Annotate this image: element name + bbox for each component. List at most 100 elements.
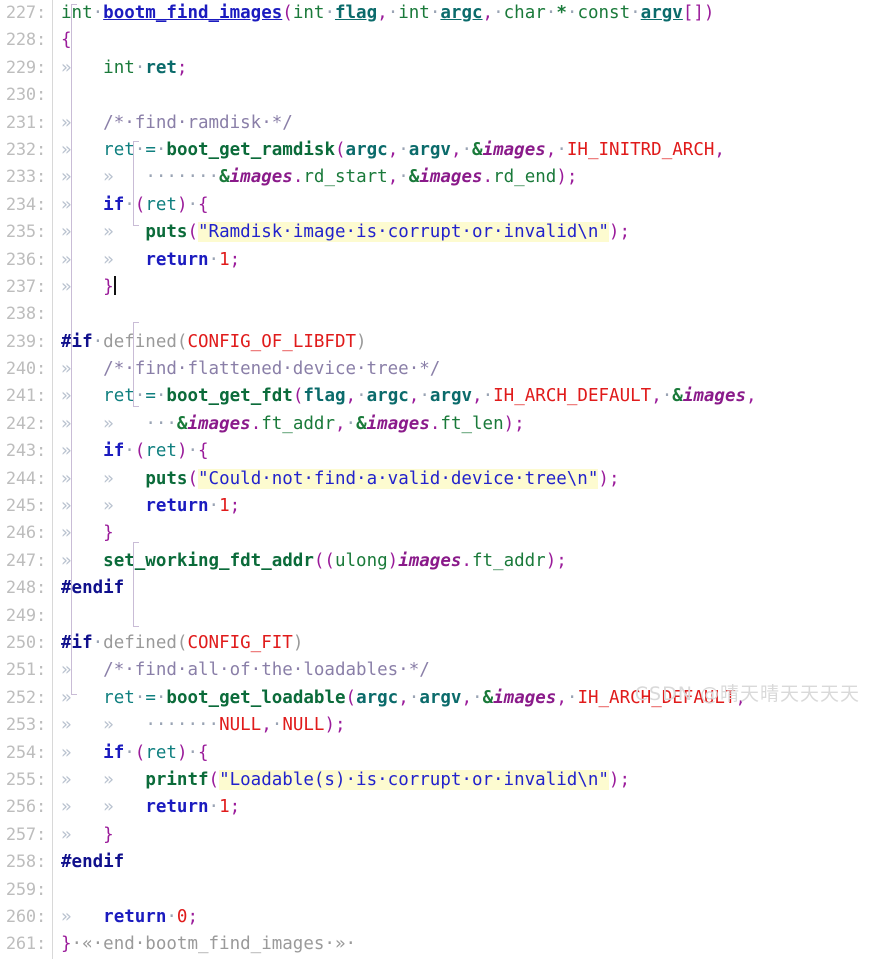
code-token: argv [429, 386, 473, 407]
code-line[interactable]: 249: [0, 602, 874, 630]
code-line-content[interactable]: » if·(ret)·{ [53, 438, 874, 465]
code-token: ; [556, 550, 567, 571]
line-number: 243: [5, 441, 46, 462]
code-line-content[interactable]: » return·0; [53, 904, 874, 931]
code-line-content[interactable]: » /*·find·flattened·device·tree·*/ [53, 356, 874, 383]
indent-guide-cap-bottom [71, 694, 77, 695]
code-line[interactable]: 260: » return·0; [0, 903, 874, 932]
code-token: /*·find·ramdisk·*/ [103, 112, 293, 133]
code-line-content[interactable]: { [53, 27, 874, 54]
code-line[interactable]: 256: » » return·1; [0, 794, 874, 822]
code-line[interactable]: 228: { [0, 27, 874, 55]
code-token: · [155, 386, 167, 407]
code-line[interactable]: 233:» » ·······&images.rd_start,·&images… [0, 164, 874, 192]
code-line-content[interactable]: » » return·1; [53, 493, 874, 520]
code-line[interactable]: 235: » » puts("Ramdisk·image·is·corrupt·o… [0, 219, 874, 247]
code-line-content[interactable]: #if·defined(CONFIG_OF_LIBFDT) [53, 329, 874, 356]
code-line[interactable]: 227: int·bootm_find_images(int·flag,·int·… [0, 0, 874, 28]
code-token: , [335, 413, 346, 434]
code-line[interactable]: 238: [0, 301, 874, 329]
code-line-content[interactable]: » } [53, 822, 874, 849]
code-token: · [271, 715, 283, 736]
code-token: return [103, 906, 167, 927]
code-token: ) [176, 742, 188, 763]
code-token: , [345, 386, 357, 407]
code-line-content[interactable]: » ret·=·boot_get_fdt(flag,·argc,·argv,·I… [53, 383, 874, 410]
code-line[interactable]: 232:» ret·=·boot_get_ramdisk(argc,·argv,… [0, 136, 874, 165]
code-line-content[interactable]: }·«·end·bootm_find_images·»· [53, 931, 874, 958]
code-line[interactable]: 248: #endif [0, 575, 874, 603]
code-line[interactable]: 240: » /*·find·flattened·device·tree·*/ [0, 356, 874, 384]
code-token: » [61, 906, 72, 927]
code-token: ; [608, 468, 620, 489]
code-line-content[interactable]: » /*·find·ramdisk·*/ [53, 110, 874, 137]
code-line[interactable]: 242:» » ···&images.ft_addr,·&images.ft_l… [0, 410, 874, 439]
code-token: · [556, 139, 567, 160]
code-line-content[interactable]: » set_working_fdt_addr((ulong)images.ft_… [53, 548, 874, 575]
code-line-content[interactable]: » » printf("Loadable(s)·is·corrupt·or·in… [53, 767, 874, 794]
line-number: 254: [5, 742, 46, 763]
code-line-content[interactable]: » » puts("Could·not·find·a·valid·device·… [53, 466, 874, 493]
code-line[interactable]: 243: » if·(ret)·{ [0, 438, 874, 466]
code-line[interactable]: 255: » » printf("Loadable(s)·is·corrupt·o… [0, 766, 874, 795]
code-token: ft_len [440, 413, 504, 434]
code-line[interactable]: 244: » » puts("Could·not·find·a·valid·dev… [0, 465, 874, 494]
code-token: » [103, 797, 114, 818]
code-token: » [61, 441, 72, 462]
code-line[interactable]: 229: » int·ret; [0, 54, 874, 83]
code-line-content[interactable]: » if·(ret)·{ [53, 192, 874, 219]
code-token: · [345, 413, 357, 434]
code-line-content[interactable]: #endif [53, 849, 874, 876]
code-editor[interactable]: 227: int·bootm_find_images(int·flag,·int·… [0, 0, 874, 959]
code-token: · [187, 742, 199, 763]
line-number: 241: [5, 386, 46, 407]
code-token: if [103, 441, 125, 462]
code-line[interactable]: 250: #if·defined(CONFIG_FIT) [0, 629, 874, 658]
code-line[interactable]: 231: » /*·find·ramdisk·*/ [0, 109, 874, 137]
code-line[interactable]: 253:» » ·······NULL,·NULL); [0, 712, 874, 740]
code-line-content[interactable]: » » ···&images.ft_addr,·&images.ft_len); [53, 411, 874, 438]
code-line[interactable]: 237: » } [0, 273, 874, 302]
code-line[interactable]: 236: » » return·1; [0, 246, 874, 274]
code-line[interactable]: 247:» set_working_fdt_addr((ulong)images… [0, 547, 874, 576]
code-line[interactable]: 230: [0, 82, 874, 110]
code-token: ; [335, 715, 346, 736]
code-line-content[interactable]: » » return·1; [53, 247, 874, 274]
code-line-content[interactable]: » } [53, 520, 874, 547]
code-line[interactable]: 246: » } [0, 520, 874, 548]
code-token: . [461, 550, 472, 571]
code-line-content[interactable]: #if·defined(CONFIG_FIT) [53, 630, 874, 657]
code-line[interactable]: 257: » } [0, 821, 874, 850]
code-token: argc [356, 687, 399, 708]
code-line-content[interactable]: #endif [53, 575, 874, 602]
code-line-content[interactable]: int·bootm_find_images(int·flag,·int·argc… [53, 0, 874, 27]
code-token: flag [303, 386, 346, 407]
code-line-content[interactable]: » » ·······NULL,·NULL); [53, 712, 874, 739]
code-line-content[interactable]: » » return·1; [53, 794, 874, 821]
code-line-content[interactable]: » » puts("Ramdisk·image·is·corrupt·or·in… [53, 219, 874, 246]
code-token: » [103, 769, 114, 790]
code-line-content[interactable]: » if·(ret)·{ [53, 740, 874, 767]
code-lines-container[interactable]: 227: int·bootm_find_images(int·flag,·int·… [0, 0, 874, 959]
code-line[interactable]: 234:» if·(ret)·{ [0, 191, 874, 220]
code-line-content[interactable]: » int·ret; [53, 55, 874, 82]
code-token: ( [313, 550, 325, 571]
code-line[interactable]: 259: [0, 876, 874, 904]
code-line[interactable]: 258: #endif [0, 849, 874, 877]
code-line[interactable]: 254: » if·(ret)·{ [0, 739, 874, 767]
code-token: · [155, 139, 167, 160]
code-line[interactable]: 261:}·«·end·bootm_find_images·»· [0, 931, 874, 959]
code-line[interactable]: 239: #if·defined(CONFIG_OF_LIBFDT) [0, 328, 874, 357]
code-line[interactable]: 241:» ret·=·boot_get_fdt(flag,·argc,·arg… [0, 383, 874, 411]
code-token: ; [187, 906, 199, 927]
code-token: » [61, 167, 72, 188]
code-line-content[interactable]: » } [53, 274, 874, 301]
code-line-content[interactable]: » ret·=·boot_get_ramdisk(argc,·argv,·&im… [53, 137, 874, 164]
code-line-content[interactable]: » » ·······&images.rd_start,·&images.rd_… [53, 164, 874, 191]
code-line[interactable]: 245: » » return·1; [0, 493, 874, 521]
